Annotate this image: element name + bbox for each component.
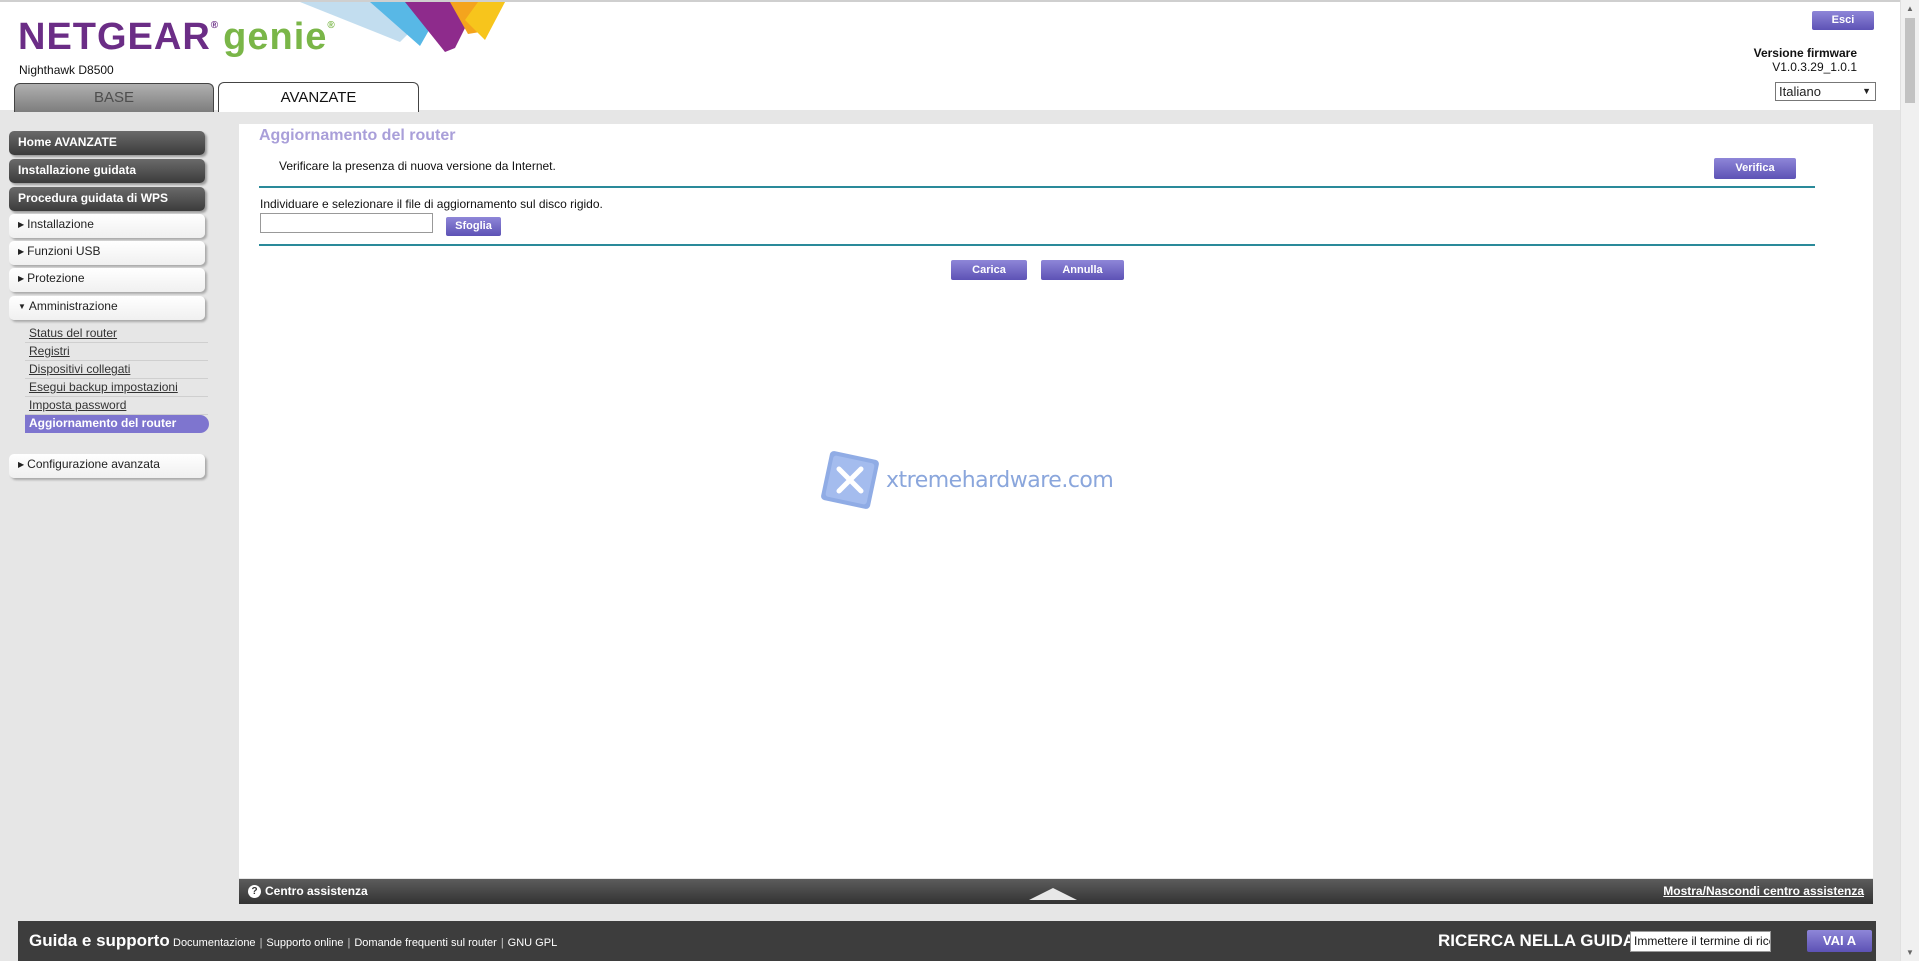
- caret-down-icon: ▼: [18, 302, 26, 311]
- help-center-label: Centro assistenza: [265, 884, 368, 898]
- sidebar-item-backup-impostazioni[interactable]: Esegui backup impostazioni: [25, 379, 208, 397]
- cancel-button[interactable]: Annulla: [1041, 260, 1124, 280]
- sidebar-section-installazione[interactable]: ▶ Installazione: [9, 214, 205, 238]
- scrollbar-thumb[interactable]: [1905, 18, 1915, 103]
- logout-button[interactable]: Esci: [1812, 11, 1874, 30]
- toggle-help-center-link[interactable]: Mostra/Nascondi centro assistenza: [1663, 884, 1864, 898]
- footer-separator: |: [500, 937, 504, 949]
- main-panel: Aggiornamento del router Verificare la p…: [239, 124, 1873, 878]
- firmware-version: V1.0.3.29_1.0.1: [1772, 60, 1857, 74]
- section-divider: [259, 244, 1815, 246]
- sidebar-home-avanzate[interactable]: Home AVANZATE: [9, 131, 205, 155]
- caret-right-icon: ▶: [18, 220, 25, 229]
- sidebar-section-amministrazione[interactable]: ▼ Amministrazione: [9, 296, 205, 320]
- footer: Guida e supporto Documentazione | Supporto…: [18, 921, 1876, 961]
- caret-right-icon: ▶: [18, 274, 25, 283]
- chevron-down-icon: ▼: [1862, 86, 1871, 96]
- brand-graphic-icon: [300, 2, 505, 52]
- router-model: Nighthawk D8500: [19, 63, 114, 77]
- sidebar-item-aggiornamento-router[interactable]: Aggiornamento del router: [25, 415, 209, 433]
- sidebar-section-label: Configurazione avanzata: [27, 457, 160, 471]
- sidebar-item-imposta-password[interactable]: Imposta password: [25, 397, 208, 415]
- sidebar-section-label: Installazione: [27, 217, 94, 231]
- registered-mark: ®: [210, 20, 220, 31]
- sidebar-item-status-router[interactable]: Status del router: [25, 325, 208, 343]
- footer-links: Documentazione | Supporto online | Domande f…: [173, 937, 557, 949]
- sidebar-section-configurazione-avanzata[interactable]: ▶ Configurazione avanzata: [9, 454, 205, 478]
- scroll-up-arrow-icon[interactable]: ▲: [1901, 0, 1919, 17]
- footer-separator: |: [259, 937, 263, 949]
- language-select-value: Italiano: [1779, 84, 1821, 99]
- upload-button[interactable]: Carica: [951, 260, 1027, 280]
- footer-search-label: RICERCA NELLA GUIDA: [1438, 931, 1636, 950]
- footer-link-gnu-gpl[interactable]: GNU GPL: [508, 937, 558, 949]
- footer-link-faq[interactable]: Domande frequenti sul router: [354, 937, 496, 949]
- page-scrollbar[interactable]: ▲ ▼: [1900, 0, 1919, 961]
- caret-right-icon: ▶: [18, 460, 25, 469]
- help-center-bar: ? Centro assistenza Mostra/Nascondi cent…: [239, 879, 1873, 904]
- sidebar-section-label: Amministrazione: [28, 299, 118, 313]
- logo-brand-text: NETGEAR: [18, 16, 211, 58]
- scroll-down-arrow-icon[interactable]: ▼: [1901, 944, 1919, 961]
- question-icon: ?: [248, 885, 261, 898]
- netgear-genie-logo: NETGEAR® genie®: [18, 16, 336, 59]
- expand-up-icon[interactable]: [1029, 888, 1077, 900]
- tab-avanzate[interactable]: AVANZATE: [218, 82, 419, 112]
- footer-separator: |: [347, 937, 351, 949]
- watermark-logo-icon: [821, 451, 879, 509]
- check-update-text: Verificare la presenza di nuova versione…: [279, 159, 556, 173]
- footer-link-supporto-online[interactable]: Supporto online: [266, 937, 343, 949]
- footer-link-documentazione[interactable]: Documentazione: [173, 937, 256, 949]
- page-title: Aggiornamento del router: [259, 127, 456, 144]
- verify-button[interactable]: Verifica: [1714, 158, 1796, 179]
- language-select[interactable]: Italiano ▼: [1775, 82, 1876, 101]
- select-file-text: Individuare e selezionare il file di agg…: [260, 197, 603, 211]
- footer-title: Guida e supporto: [29, 931, 170, 950]
- sidebar-item-registri[interactable]: Registri: [25, 343, 208, 361]
- sidebar-section-protezione[interactable]: ▶ Protezione: [9, 268, 205, 292]
- firmware-label: Versione firmware: [1753, 46, 1857, 60]
- sidebar-item-dispositivi-collegati[interactable]: Dispositivi collegati: [25, 361, 208, 379]
- sidebar-section-label: Protezione: [27, 271, 85, 285]
- watermark-text: xtremehardware.com: [886, 468, 1114, 493]
- sidebar-section-label: Funzioni USB: [27, 244, 101, 258]
- section-divider: [259, 186, 1815, 188]
- header: NETGEAR® genie® Nighthawk D8500 BASE AVAN…: [0, 0, 1900, 112]
- tab-base[interactable]: BASE: [14, 83, 214, 112]
- browse-button[interactable]: Sfoglia: [446, 217, 501, 236]
- search-go-button[interactable]: VAI A: [1807, 930, 1872, 952]
- caret-right-icon: ▶: [18, 247, 25, 256]
- sidebar-procedura-wps[interactable]: Procedura guidata di WPS: [9, 187, 205, 211]
- sidebar-section-funzioni-usb[interactable]: ▶ Funzioni USB: [9, 241, 205, 265]
- watermark: xtremehardware.com: [819, 449, 1114, 519]
- help-search-input[interactable]: Immettere il termine di ricerca: [1630, 931, 1771, 952]
- sidebar-installazione-guidata[interactable]: Installazione guidata: [9, 159, 205, 183]
- file-path-input[interactable]: [260, 213, 433, 233]
